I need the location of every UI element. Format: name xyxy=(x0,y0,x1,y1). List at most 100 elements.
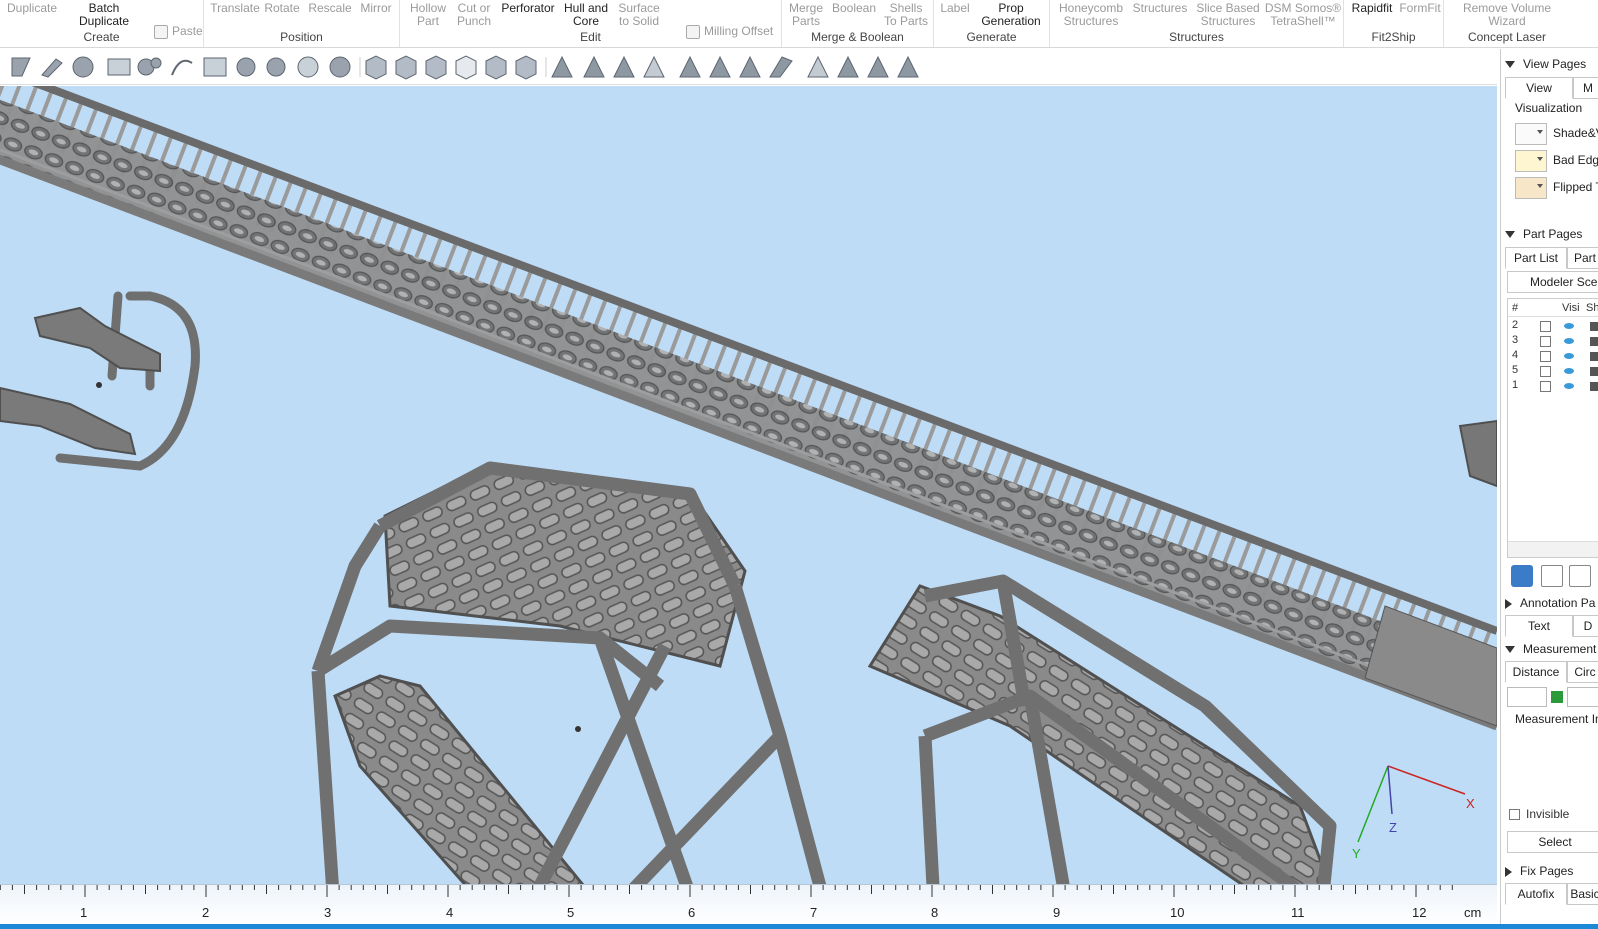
table-row[interactable]: 4 xyxy=(1508,349,1598,364)
view-top-icon[interactable] xyxy=(515,55,537,80)
viz-bad-edges-row[interactable]: Bad Edg xyxy=(1515,150,1598,174)
view-iso-icon[interactable] xyxy=(365,55,387,80)
viz-shade-row[interactable]: Shade&V xyxy=(1515,123,1598,147)
row-checkbox[interactable] xyxy=(1540,381,1551,392)
part-pages-header[interactable]: Part Pages xyxy=(1505,227,1582,241)
select-shells-icon[interactable] xyxy=(236,57,256,77)
overlap-icon[interactable] xyxy=(807,55,829,78)
tab-d[interactable]: D xyxy=(1573,615,1598,637)
noise-shells-icon[interactable] xyxy=(867,55,889,78)
horizontal-scrollbar[interactable] xyxy=(1508,541,1598,557)
select-shell-icon[interactable] xyxy=(72,56,94,78)
formfit-button[interactable]: FormFit xyxy=(1398,2,1442,15)
honeycomb-structures-button[interactable]: Honeycomb Structures xyxy=(1054,2,1128,28)
duplicate-button[interactable]: Duplicate xyxy=(0,2,64,15)
tab-circle[interactable]: Circ xyxy=(1567,661,1598,683)
select-flower-icon[interactable] xyxy=(266,57,286,77)
shade-mode-dropdown[interactable] xyxy=(1515,123,1547,145)
cube-parts-icon[interactable] xyxy=(1511,565,1533,587)
select-triangles-icon[interactable] xyxy=(203,57,227,77)
planar-holes-icon[interactable] xyxy=(769,56,793,78)
tab-basic[interactable]: Basic xyxy=(1567,883,1598,905)
tab-view-2[interactable]: M xyxy=(1573,77,1598,99)
col-shade[interactable]: Sh xyxy=(1586,302,1598,314)
view-front-icon[interactable] xyxy=(395,55,417,80)
row-checkbox[interactable] xyxy=(1540,321,1551,332)
structures-button[interactable]: Structures xyxy=(1130,2,1190,15)
label-button[interactable]: Label xyxy=(938,2,972,15)
modeler-scene-dropdown[interactable]: Modeler Scen xyxy=(1507,271,1598,293)
intersections-icon[interactable] xyxy=(897,55,919,78)
hull-and-core-button[interactable]: Hull and Core xyxy=(560,2,612,28)
left-clip-part[interactable] xyxy=(0,291,200,471)
basket-part-center[interactable] xyxy=(311,461,837,924)
shells-to-parts-button[interactable]: Shells To Parts xyxy=(882,2,930,28)
check-all-icon[interactable] xyxy=(1569,565,1591,587)
select-sphere-icon[interactable] xyxy=(329,56,351,78)
col-visible[interactable]: Visi xyxy=(1562,302,1580,314)
select-brush-icon[interactable] xyxy=(137,57,162,76)
select-button[interactable]: Select xyxy=(1507,831,1598,853)
view-pages-header[interactable]: View Pages xyxy=(1505,57,1586,71)
select-lasso-icon[interactable] xyxy=(171,59,193,76)
tab-distance[interactable]: Distance xyxy=(1505,661,1567,683)
row-checkbox[interactable] xyxy=(1540,351,1551,362)
eye-icon[interactable] xyxy=(1564,368,1574,374)
remove-volume-wizard-button[interactable]: Remove Volume Wizard xyxy=(1460,2,1554,28)
eye-icon[interactable] xyxy=(1564,338,1574,344)
row-checkbox[interactable] xyxy=(1540,336,1551,347)
col-number[interactable]: # xyxy=(1512,302,1518,314)
select-part-icon[interactable] xyxy=(11,57,31,77)
flipped-triangles-icon[interactable] xyxy=(739,55,761,78)
normals-icon[interactable] xyxy=(679,55,701,78)
merge-parts-button[interactable]: Merge Parts xyxy=(786,2,826,28)
select-radial-icon[interactable] xyxy=(297,56,319,78)
measure-from-dropdown[interactable] xyxy=(1507,687,1547,707)
select-surface-icon[interactable] xyxy=(41,58,63,78)
eye-icon[interactable] xyxy=(1564,323,1574,329)
perforator-button[interactable]: Perforator xyxy=(498,2,558,15)
mirror-button[interactable]: Mirror xyxy=(356,2,396,15)
rapidfit-button[interactable]: Rapidfit xyxy=(1348,2,1396,15)
tab-part-2[interactable]: Part xyxy=(1567,247,1598,269)
bad-edges-dropdown[interactable] xyxy=(1515,150,1547,172)
wireframe-icon[interactable] xyxy=(551,55,573,78)
tab-text[interactable]: Text xyxy=(1505,615,1573,637)
translate-button[interactable]: Translate xyxy=(210,2,260,15)
row-checkbox[interactable] xyxy=(1540,366,1551,377)
viz-flipped-row[interactable]: Flipped T xyxy=(1515,177,1598,201)
measure-swap-icon[interactable] xyxy=(1551,691,1563,703)
table-row[interactable]: 2 xyxy=(1508,319,1598,334)
table-row[interactable]: 5 xyxy=(1508,364,1598,379)
eye-icon[interactable] xyxy=(1564,353,1574,359)
3d-viewport[interactable]: X Y Z xyxy=(0,86,1497,924)
triangles-icon[interactable] xyxy=(643,55,665,78)
view-back-icon[interactable] xyxy=(425,55,447,80)
tab-view[interactable]: View xyxy=(1505,77,1573,99)
dsm-somos-tetrashell-button[interactable]: DSM Somos® TetraShell™ xyxy=(1264,2,1342,28)
shade-edges-icon[interactable] xyxy=(613,55,635,78)
batch-duplicate-button[interactable]: Batch Duplicate xyxy=(72,2,136,28)
view-left-icon[interactable] xyxy=(455,55,477,80)
select-rectangle-icon[interactable] xyxy=(107,58,131,76)
measure-to-dropdown[interactable] xyxy=(1567,687,1598,707)
table-row[interactable]: 1 xyxy=(1508,379,1598,394)
invisible-checkbox[interactable] xyxy=(1509,809,1520,821)
show-all-icon[interactable] xyxy=(1541,565,1563,587)
table-row[interactable]: 3 xyxy=(1508,334,1598,349)
surface-to-solid-button[interactable]: Surface to Solid xyxy=(614,2,664,28)
measurement-header[interactable]: Measurement xyxy=(1505,642,1596,656)
boolean-button[interactable]: Boolean xyxy=(830,2,878,15)
tab-autofix[interactable]: Autofix xyxy=(1505,883,1567,905)
rotate-button[interactable]: Rotate xyxy=(262,2,302,15)
rescale-button[interactable]: Rescale xyxy=(308,2,352,15)
cut-or-punch-button[interactable]: Cut or Punch xyxy=(452,2,496,28)
slice-based-structures-button[interactable]: Slice Based Structures xyxy=(1192,2,1264,28)
invisible-option[interactable]: Invisible xyxy=(1509,807,1569,821)
bad-edges-icon[interactable] xyxy=(709,55,731,78)
hollow-part-button[interactable]: Hollow Part xyxy=(406,2,450,28)
tab-part-list[interactable]: Part List xyxy=(1505,247,1567,269)
shells-icon[interactable] xyxy=(837,55,859,78)
eye-icon[interactable] xyxy=(1564,383,1574,389)
flipped-triangles-dropdown[interactable] xyxy=(1515,177,1547,199)
